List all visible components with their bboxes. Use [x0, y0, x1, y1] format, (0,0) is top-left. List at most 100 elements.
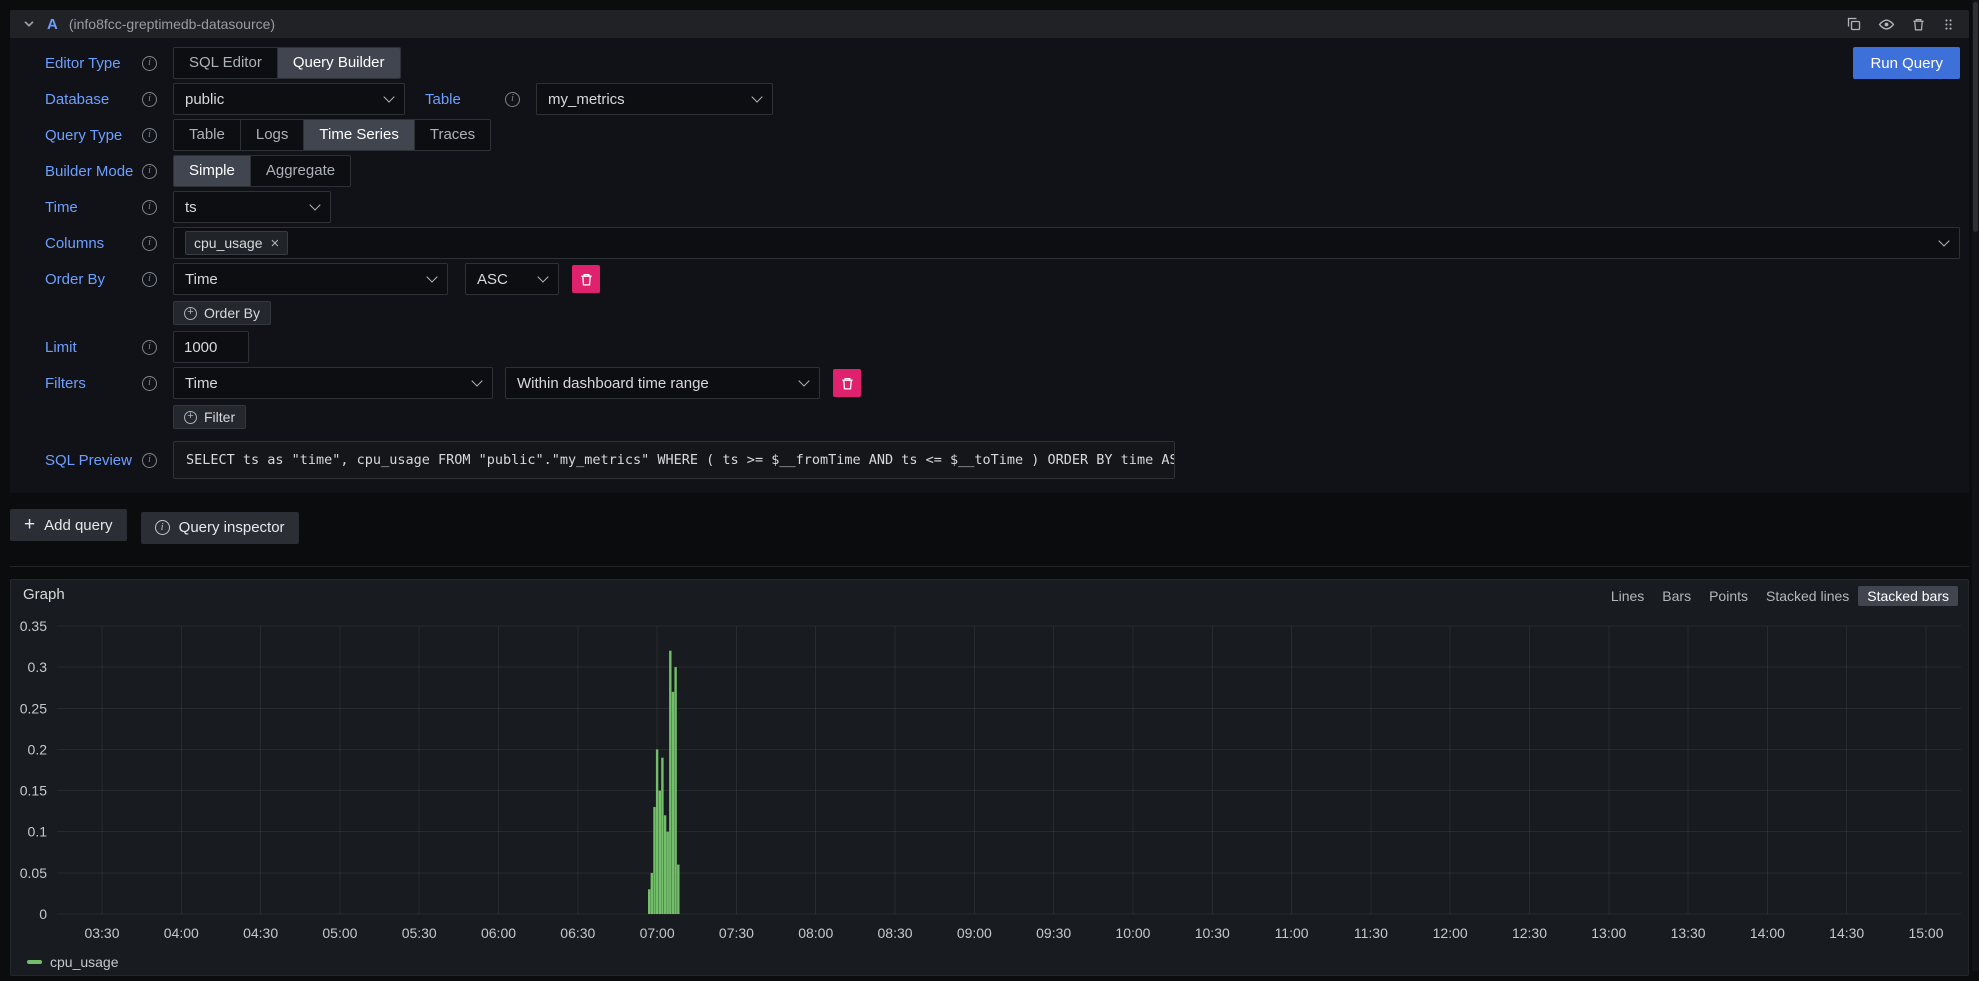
- svg-text:0.25: 0.25: [20, 700, 47, 716]
- add-order-by-button[interactable]: Order By: [173, 301, 271, 325]
- database-select[interactable]: public: [173, 83, 405, 115]
- chevron-down-icon: [471, 375, 482, 386]
- table-select[interactable]: my_metrics: [536, 83, 773, 115]
- info-icon[interactable]: [142, 200, 157, 215]
- info-icon[interactable]: [142, 340, 157, 355]
- filter-column-select[interactable]: Time: [173, 367, 493, 399]
- svg-text:0.35: 0.35: [20, 618, 47, 634]
- svg-text:11:30: 11:30: [1354, 925, 1388, 941]
- svg-text:13:30: 13:30: [1671, 925, 1706, 941]
- info-icon[interactable]: [142, 164, 157, 179]
- add-query-button[interactable]: Add query: [10, 509, 127, 541]
- draw-mode-points[interactable]: Points: [1700, 586, 1757, 606]
- order-by-column-select[interactable]: Time: [173, 263, 448, 295]
- database-select-value: public: [185, 91, 224, 108]
- graph-panel-header: Graph Lines Bars Points Stacked lines St…: [11, 580, 1968, 608]
- builder-mode-label-cell: Builder Mode: [45, 163, 173, 180]
- time-column-select[interactable]: ts: [173, 191, 331, 223]
- editor-type-label-cell: Editor Type: [45, 55, 173, 72]
- chevron-down-icon: [1938, 235, 1949, 246]
- duplicate-query-icon[interactable]: [1846, 16, 1862, 32]
- plus-circle-icon: [184, 307, 197, 320]
- draw-mode-lines[interactable]: Lines: [1602, 586, 1653, 606]
- scrollbar-thumb[interactable]: [1973, 2, 1978, 232]
- svg-text:08:30: 08:30: [878, 925, 913, 941]
- builder-mode-row: Builder Mode Simple Aggregate: [45, 155, 1960, 187]
- legend-item-cpu-usage[interactable]: cpu_usage: [27, 954, 119, 970]
- query-type-option-traces[interactable]: Traces: [414, 120, 490, 150]
- run-query-button[interactable]: Run Query: [1853, 47, 1960, 79]
- limit-input[interactable]: [173, 331, 249, 363]
- info-icon[interactable]: [142, 56, 157, 71]
- add-filter-row: Filter: [45, 405, 1960, 429]
- query-type-label-cell: Query Type: [45, 127, 173, 144]
- svg-text:0.3: 0.3: [28, 659, 48, 675]
- add-filter-button[interactable]: Filter: [173, 405, 246, 429]
- filters-row: Filters Time Within dashboard time range: [45, 367, 1960, 399]
- collapse-chevron-icon[interactable]: [22, 17, 36, 31]
- time-row: Time ts: [45, 191, 1960, 223]
- remove-filter-button[interactable]: [833, 369, 861, 397]
- plus-circle-icon: [184, 411, 197, 424]
- editor-type-option-sql-editor[interactable]: SQL Editor: [174, 48, 277, 78]
- svg-text:05:00: 05:00: [322, 925, 357, 941]
- remove-order-by-button[interactable]: [572, 265, 600, 293]
- chevron-down-icon: [798, 375, 809, 386]
- svg-text:11:00: 11:00: [1275, 925, 1309, 941]
- svg-text:07:30: 07:30: [719, 925, 754, 941]
- svg-text:06:30: 06:30: [560, 925, 595, 941]
- query-type-option-time-series[interactable]: Time Series: [303, 120, 413, 150]
- builder-mode-label: Builder Mode: [45, 163, 133, 180]
- page-scrollbar[interactable]: [1972, 0, 1979, 971]
- columns-multiselect[interactable]: cpu_usage: [173, 227, 1960, 259]
- query-row-header[interactable]: A (info8fcc-greptimedb-datasource): [10, 10, 1969, 38]
- columns-row: Columns cpu_usage: [45, 227, 1960, 259]
- limit-row: Limit: [45, 331, 1960, 363]
- info-icon[interactable]: [142, 92, 157, 107]
- query-ref-id[interactable]: A: [47, 16, 58, 33]
- query-type-option-table[interactable]: Table: [174, 120, 240, 150]
- order-by-direction-value: ASC: [477, 271, 508, 288]
- order-by-label-cell: Order By: [45, 271, 173, 288]
- sql-preview-box: SELECT ts as "time", cpu_usage FROM "pub…: [173, 441, 1175, 479]
- info-icon[interactable]: [505, 92, 520, 107]
- filters-label-cell: Filters: [45, 375, 173, 392]
- editor-type-label: Editor Type: [45, 55, 121, 72]
- info-icon[interactable]: [142, 453, 157, 468]
- panel-title[interactable]: Graph: [23, 586, 65, 603]
- drag-handle-icon[interactable]: [1942, 18, 1955, 31]
- info-circle-icon: [155, 520, 170, 535]
- svg-text:0.15: 0.15: [20, 782, 47, 798]
- column-tag: cpu_usage: [185, 231, 288, 255]
- svg-text:03:30: 03:30: [84, 925, 119, 941]
- info-icon[interactable]: [142, 128, 157, 143]
- hide-response-eye-icon[interactable]: [1878, 16, 1895, 33]
- graph-canvas[interactable]: 00.050.10.150.20.250.30.3503:3004:0004:3…: [11, 610, 1969, 950]
- svg-text:10:00: 10:00: [1115, 925, 1150, 941]
- limit-label: Limit: [45, 339, 77, 356]
- builder-mode-option-simple[interactable]: Simple: [174, 156, 250, 186]
- order-by-column-value: Time: [185, 271, 218, 288]
- order-by-label: Order By: [45, 271, 105, 288]
- draw-mode-stacked-bars[interactable]: Stacked bars: [1858, 586, 1958, 606]
- builder-mode-option-aggregate[interactable]: Aggregate: [250, 156, 350, 186]
- draw-mode-bars[interactable]: Bars: [1653, 586, 1700, 606]
- columns-label: Columns: [45, 235, 104, 252]
- svg-text:07:00: 07:00: [640, 925, 675, 941]
- query-type-option-logs[interactable]: Logs: [240, 120, 304, 150]
- svg-text:0.2: 0.2: [28, 741, 48, 757]
- svg-text:13:00: 13:00: [1591, 925, 1626, 941]
- draw-mode-stacked-lines[interactable]: Stacked lines: [1757, 586, 1858, 606]
- query-editor-section: A (info8fcc-greptimedb-datasource) Edito…: [10, 10, 1969, 493]
- info-icon[interactable]: [142, 376, 157, 391]
- svg-text:15:00: 15:00: [1908, 925, 1943, 941]
- editor-type-option-query-builder[interactable]: Query Builder: [277, 48, 400, 78]
- order-by-direction-select[interactable]: ASC: [465, 263, 559, 295]
- add-filter-label: Filter: [204, 409, 235, 425]
- info-icon[interactable]: [142, 272, 157, 287]
- info-icon[interactable]: [142, 236, 157, 251]
- remove-column-tag-icon[interactable]: [271, 236, 280, 251]
- remove-query-trash-icon[interactable]: [1911, 17, 1926, 32]
- query-inspector-button[interactable]: Query inspector: [141, 512, 299, 544]
- filter-condition-select[interactable]: Within dashboard time range: [505, 367, 820, 399]
